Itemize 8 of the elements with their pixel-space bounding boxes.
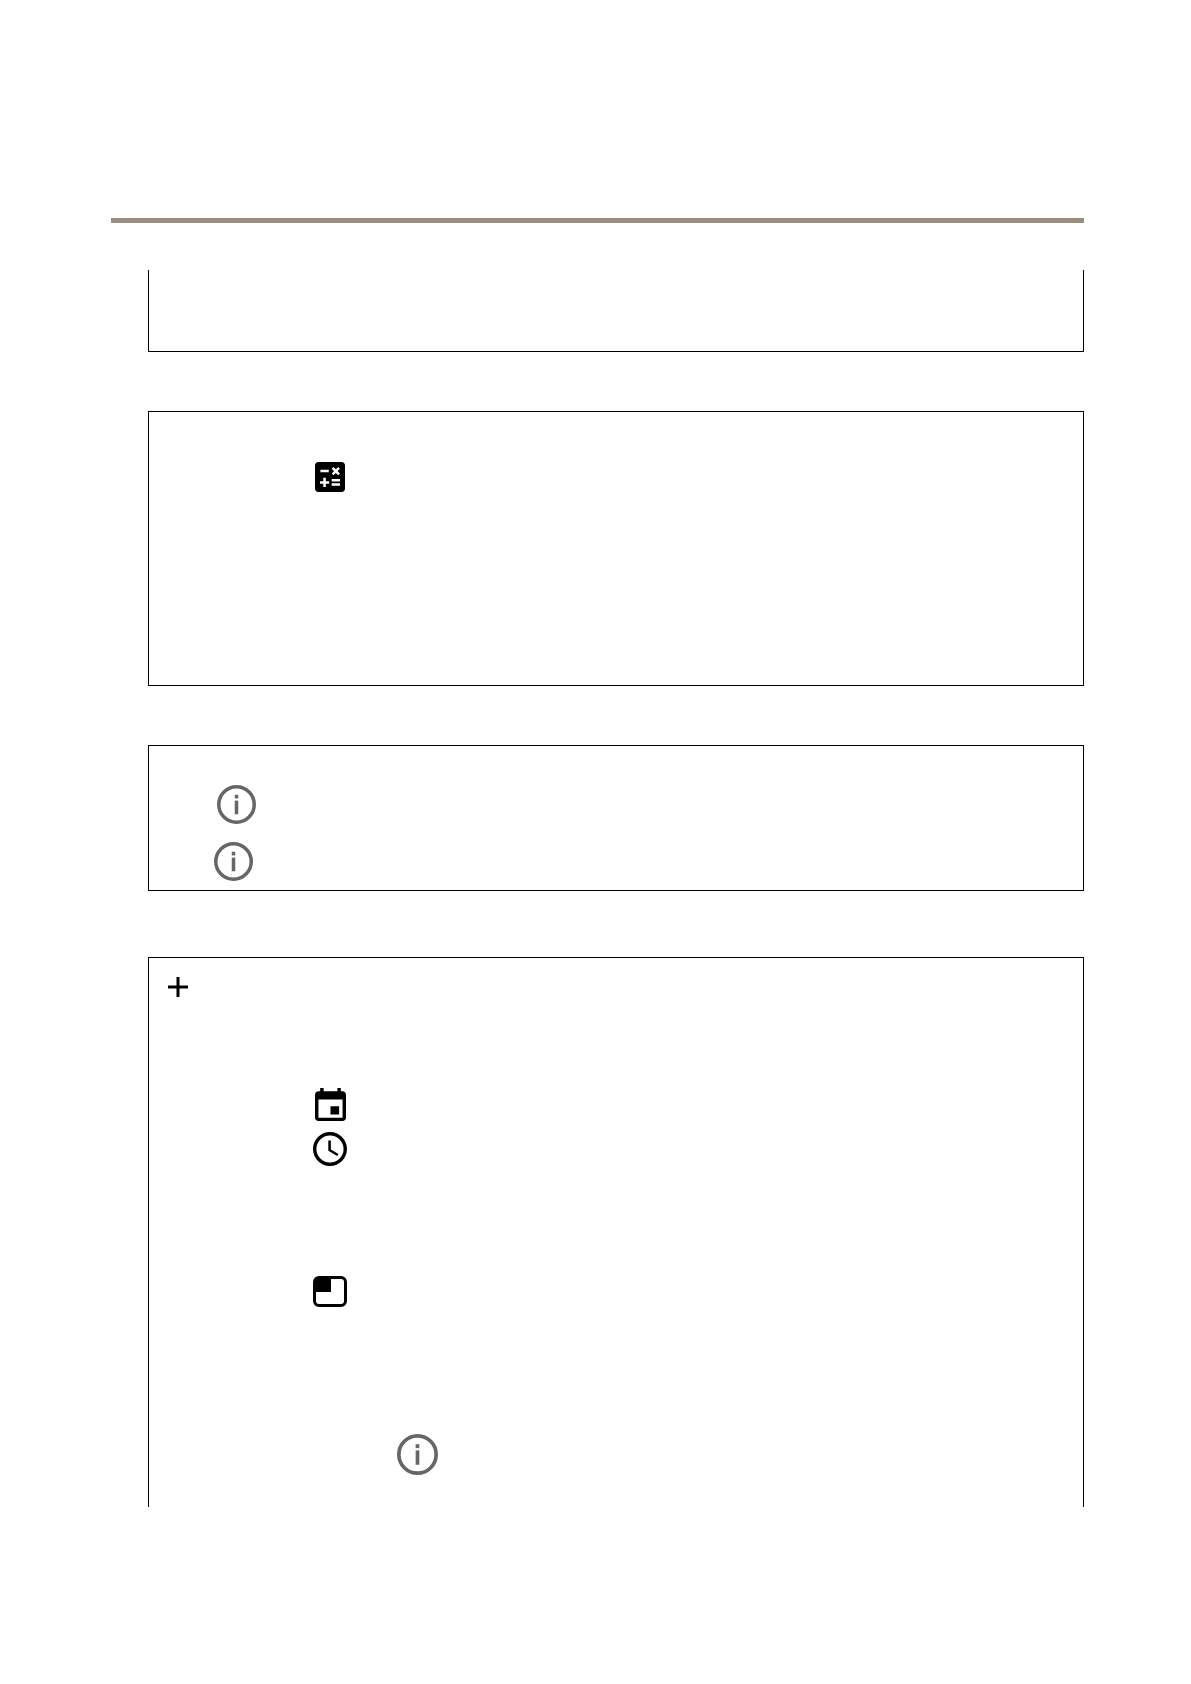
- info-icon: [217, 785, 256, 824]
- plus-icon: [168, 977, 188, 997]
- calendar-icon: [315, 1088, 346, 1121]
- picture-in-picture-icon: [313, 1276, 347, 1307]
- info-icon: [214, 842, 253, 881]
- info-icon: [397, 1434, 438, 1475]
- clock-icon: [313, 1132, 347, 1166]
- calculator-icon: [315, 462, 345, 492]
